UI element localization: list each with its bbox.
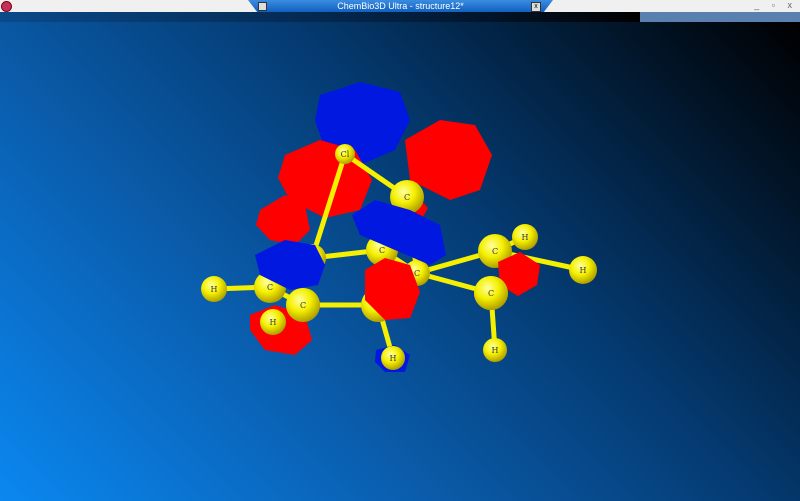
- atom-label: C: [404, 193, 410, 202]
- atom-label: H: [522, 233, 529, 242]
- atom-label: C: [414, 269, 420, 278]
- atom-label: Cl: [341, 150, 350, 159]
- molecule-model[interactable]: ClCCCCHHCHCHCHCHCCHH: [0, 0, 800, 501]
- atom-c-front[interactable]: C: [474, 276, 508, 310]
- atom-label: H: [492, 346, 499, 355]
- atom-label: H: [270, 318, 277, 327]
- atom-label: C: [379, 246, 385, 255]
- atom-h-front[interactable]: H: [381, 346, 405, 370]
- chembio3d-window: ChemBio3D Ultra - structure12* x _ ▫ x C…: [0, 0, 800, 501]
- 3d-model-viewport[interactable]: ClCCCCHHCHCHCHCHCCHH: [0, 22, 800, 501]
- atom-h[interactable]: H: [512, 224, 538, 250]
- atom-label: C: [492, 247, 498, 256]
- atom-label: C: [267, 283, 273, 292]
- atom-c-front[interactable]: C: [286, 288, 320, 322]
- atom-h[interactable]: H: [569, 256, 597, 284]
- atom-label: H: [390, 354, 397, 363]
- atom-h-front[interactable]: H: [260, 309, 286, 335]
- atom-label: C: [488, 289, 494, 298]
- atom-label: H: [580, 266, 587, 275]
- front-negative-orbital-lobe-1: [352, 200, 446, 265]
- atom-h[interactable]: H: [201, 276, 227, 302]
- atom-cl[interactable]: Cl: [335, 144, 355, 164]
- atom-label: C: [300, 301, 306, 310]
- atom-label: H: [211, 285, 218, 294]
- atom-h[interactable]: H: [483, 338, 507, 362]
